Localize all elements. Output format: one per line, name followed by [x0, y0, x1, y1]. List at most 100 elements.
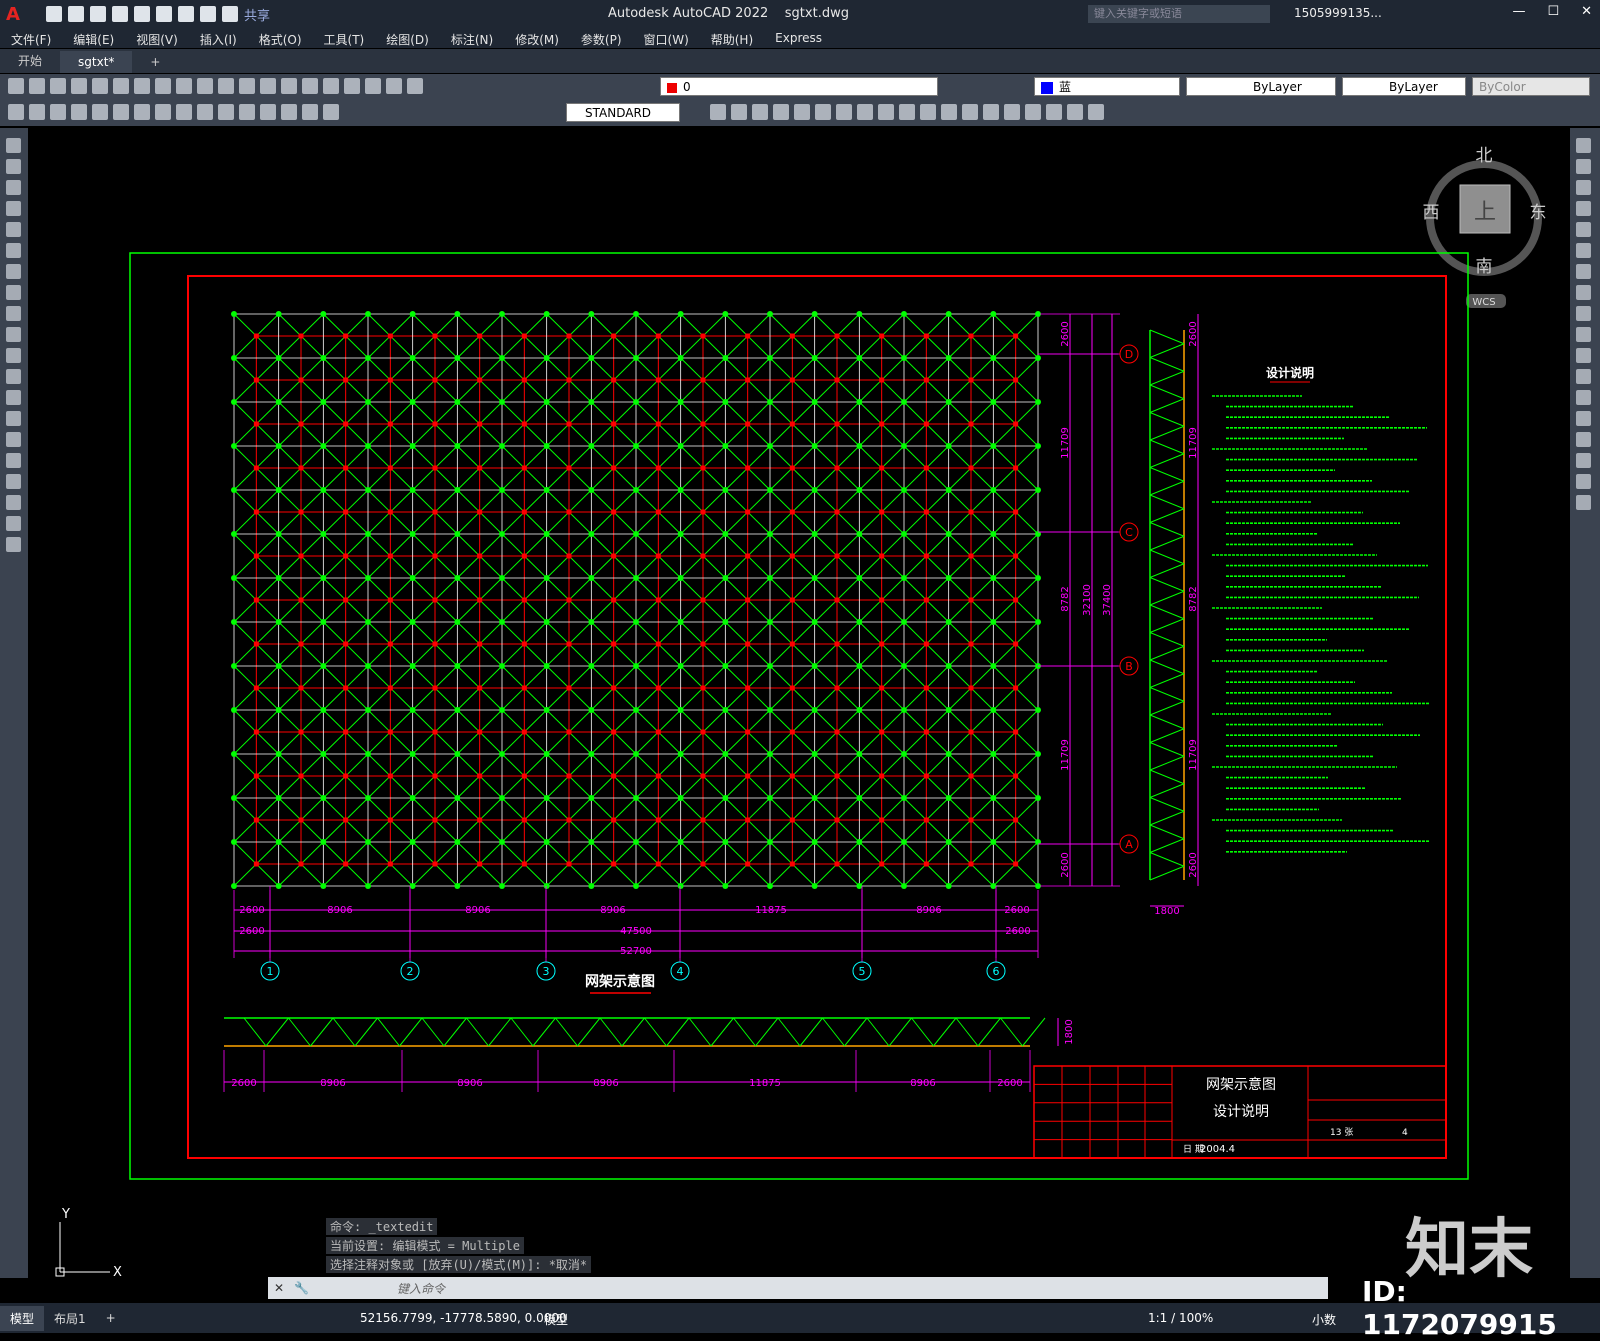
support-node — [968, 553, 974, 559]
units-selector[interactable]: 小数 — [1312, 1311, 1336, 1328]
node-ball — [588, 443, 595, 449]
truss-diagonal — [1149, 563, 1185, 578]
support-node — [745, 685, 751, 691]
support-node — [253, 465, 259, 471]
support-node — [477, 817, 483, 823]
support-node — [477, 773, 483, 779]
truss-diagonal — [332, 1017, 356, 1047]
truss-diagonal — [377, 1017, 400, 1047]
node-ball — [231, 399, 237, 405]
support-node — [253, 729, 259, 735]
node-ball — [275, 619, 282, 625]
node-ball — [901, 531, 907, 537]
support-node — [745, 421, 751, 427]
support-node — [923, 641, 929, 647]
support-node — [1013, 553, 1019, 559]
support-node — [298, 685, 304, 691]
node-ball — [990, 575, 997, 581]
node-ball — [722, 311, 729, 317]
axis-label: A — [1125, 838, 1133, 851]
node-ball — [275, 487, 282, 493]
support-node — [343, 333, 349, 339]
truss-diagonal — [599, 1017, 623, 1047]
node-ball — [231, 531, 237, 537]
support-node — [298, 641, 304, 647]
node-ball — [767, 443, 773, 449]
customize-icon[interactable]: 🔧 — [294, 1281, 309, 1295]
support-node — [432, 377, 438, 383]
truss-diagonal — [1149, 439, 1185, 455]
node-ball — [454, 355, 461, 361]
node-ball — [231, 883, 237, 889]
node-ball — [320, 663, 327, 669]
dimension-text: 8906 — [465, 905, 490, 916]
support-node — [521, 861, 527, 867]
truss-diagonal — [688, 1017, 712, 1047]
node-ball — [499, 355, 505, 361]
annotation-scale[interactable]: 1:1 / 100% — [1148, 1311, 1213, 1325]
node-ball — [633, 531, 639, 537]
support-node — [477, 465, 483, 471]
support-node — [521, 685, 527, 691]
support-node — [387, 597, 393, 603]
node-ball — [365, 707, 371, 713]
model-space-toggle[interactable]: 模型 — [544, 1311, 568, 1328]
space-frame-plan — [231, 311, 1041, 889]
node-ball — [856, 839, 863, 845]
node-ball — [990, 839, 997, 845]
node-ball — [811, 619, 818, 625]
node-ball — [856, 531, 863, 537]
node-ball — [633, 399, 639, 405]
command-line[interactable]: ✕ 🔧 键入命令 — [268, 1277, 1328, 1299]
support-node — [1013, 509, 1019, 515]
support-node — [968, 729, 974, 735]
node-ball — [365, 795, 371, 801]
support-node — [789, 509, 795, 515]
dimension-text: 11875 — [749, 1078, 781, 1089]
node-ball — [365, 663, 371, 669]
node-ball — [454, 839, 461, 845]
node-ball — [722, 399, 729, 405]
support-node — [387, 817, 393, 823]
support-node — [298, 509, 304, 515]
node-ball — [409, 443, 416, 449]
node-ball — [543, 575, 550, 581]
node-ball — [633, 883, 639, 889]
node-ball — [409, 487, 416, 493]
support-node — [298, 773, 304, 779]
support-node — [879, 817, 885, 823]
dimension-text: 2600 — [1004, 905, 1029, 916]
node-ball — [320, 575, 327, 581]
support-node — [700, 729, 706, 735]
support-node — [745, 377, 751, 383]
support-node — [1013, 465, 1019, 471]
node-ball — [409, 663, 416, 669]
watermark-id: ID: 1172079915 — [1362, 1275, 1557, 1341]
support-node — [834, 597, 840, 603]
close-command-icon[interactable]: ✕ — [274, 1281, 284, 1295]
support-node — [655, 509, 661, 515]
truss-diagonal — [1149, 714, 1185, 730]
tab-layout1[interactable]: 布局1 — [44, 1306, 96, 1331]
dimension-text: 8906 — [593, 1078, 618, 1089]
support-node — [789, 333, 795, 339]
truss-diagonal — [644, 1017, 667, 1047]
support-node — [566, 597, 572, 603]
dimension-text: 11709 — [1188, 427, 1199, 459]
command-input[interactable]: 键入命令 — [397, 1280, 445, 1297]
tab-model[interactable]: 模型 — [0, 1305, 45, 1331]
plan-title: 网架示意图 — [585, 973, 655, 990]
command-history-line: 命令: _textedit — [326, 1218, 438, 1235]
support-node — [566, 553, 572, 559]
viewcube[interactable]: 上 北 南 东 西 WCS — [1423, 146, 1547, 308]
add-layout-icon[interactable]: + — [96, 1307, 126, 1329]
dimension-text: 8782 — [1060, 586, 1071, 611]
node-ball — [365, 443, 371, 449]
node-ball — [856, 619, 863, 625]
dimension-text: 2600 — [1188, 852, 1199, 877]
support-node — [700, 641, 706, 647]
support-node — [834, 641, 840, 647]
support-node — [834, 421, 840, 427]
node-ball — [990, 795, 997, 801]
node-ball — [454, 619, 461, 625]
